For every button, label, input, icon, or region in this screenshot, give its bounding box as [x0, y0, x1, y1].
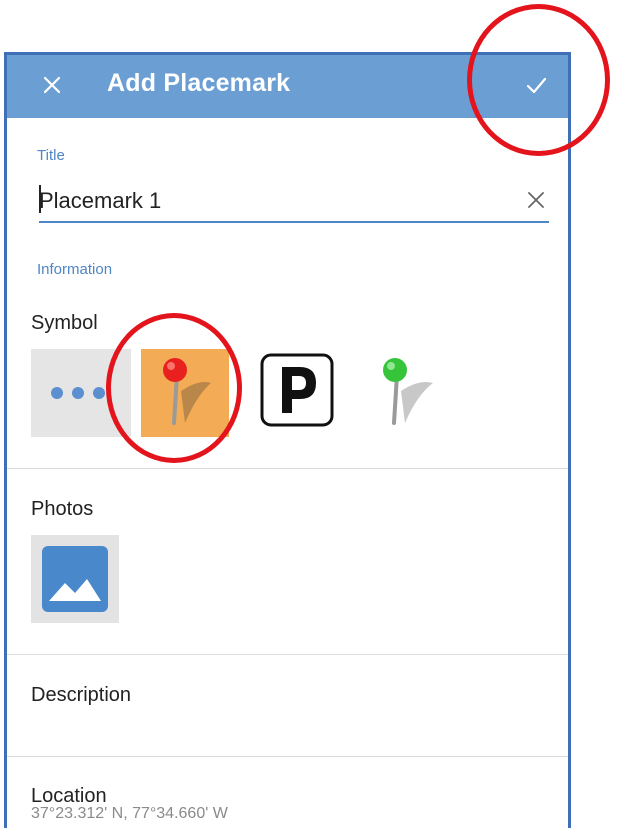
description-label[interactable]: Description — [31, 684, 131, 707]
symbol-option-parking[interactable] — [260, 353, 334, 427]
close-icon — [43, 76, 61, 94]
information-label: Information — [37, 261, 113, 278]
close-button[interactable] — [35, 68, 69, 102]
symbol-label: Symbol — [31, 312, 98, 334]
clear-icon — [528, 192, 544, 208]
checkmark-icon — [526, 77, 547, 94]
title-input[interactable] — [39, 183, 509, 219]
add-placemark-dialog: Add Placemark Title Information Symbol — [4, 52, 571, 828]
green-pushpin-icon — [383, 358, 433, 425]
image-placeholder-icon — [42, 546, 108, 612]
divider — [7, 654, 568, 655]
ellipsis-icon — [51, 387, 105, 399]
divider — [7, 756, 568, 757]
screen: Add Placemark Title Information Symbol — [0, 0, 621, 828]
text-cursor — [39, 185, 41, 213]
clear-title-button[interactable] — [523, 187, 549, 213]
title-label: Title — [37, 147, 65, 164]
divider — [7, 468, 568, 469]
photos-label: Photos — [31, 498, 94, 520]
red-pushpin-icon — [163, 358, 211, 425]
symbol-option-green-pin[interactable] — [361, 349, 449, 437]
more-symbols-button[interactable] — [31, 349, 131, 437]
title-field-container — [39, 183, 549, 223]
add-photo-button[interactable] — [31, 535, 119, 623]
parking-sign-icon — [260, 353, 334, 427]
app-bar: Add Placemark — [7, 55, 568, 118]
save-button[interactable] — [518, 67, 554, 103]
page-title: Add Placemark — [107, 69, 291, 97]
location-coordinates: 37°23.312' N, 77°34.660' W — [31, 805, 228, 822]
symbol-option-red-pin[interactable] — [141, 349, 229, 437]
